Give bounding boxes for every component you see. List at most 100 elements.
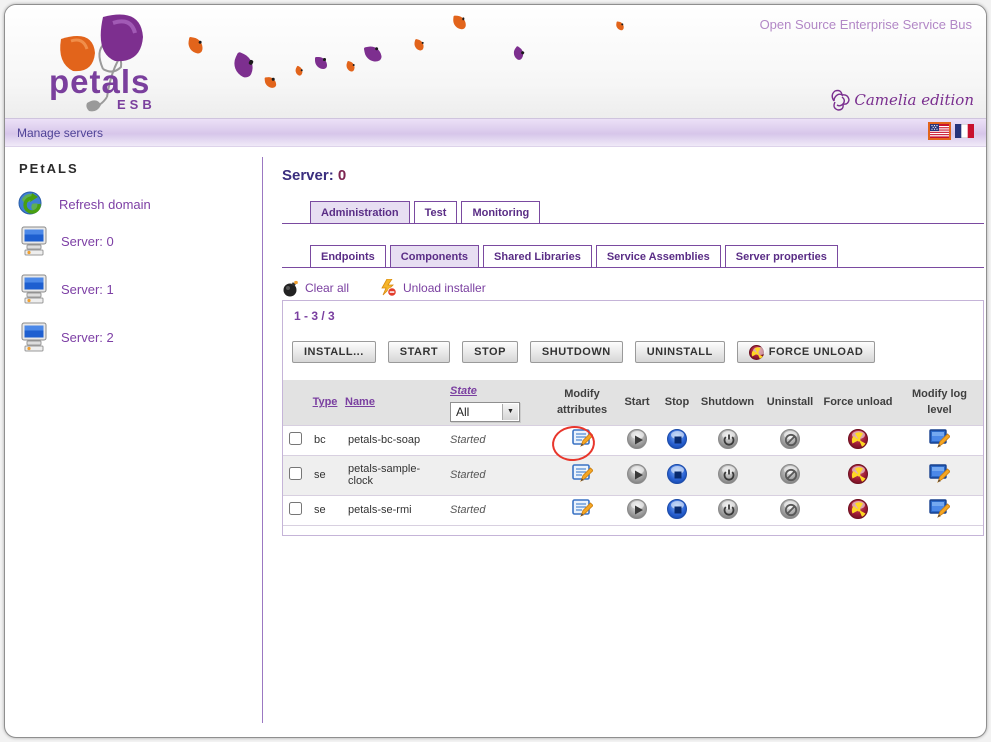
- unload-installer-button[interactable]: Unload installer: [379, 279, 486, 297]
- type-column-header: Type: [308, 380, 342, 425]
- sidebar-item-label: Server: 2: [61, 330, 114, 345]
- power-sphere-icon[interactable]: [718, 464, 738, 484]
- row-checkbox[interactable]: [289, 502, 302, 515]
- clear-all-label: Clear all: [305, 281, 349, 295]
- components-toolbar: Clear all Unload installer: [282, 279, 506, 297]
- start-column-header: Start: [615, 380, 659, 425]
- sidebar-item-server-2[interactable]: Server: 2: [21, 322, 114, 352]
- tab-server-properties[interactable]: Server properties: [725, 245, 838, 267]
- petal-decoration: [265, 77, 277, 89]
- petal-decoration: [511, 46, 526, 61]
- state-sort-link[interactable]: State: [450, 385, 477, 397]
- monitor-pencil-icon[interactable]: [929, 499, 950, 521]
- uninstall-button[interactable]: UNINSTALL: [635, 341, 725, 363]
- stop-sphere-icon[interactable]: [667, 499, 687, 519]
- sidebar-item-label: Server: 1: [61, 282, 114, 297]
- petal-decoration: [413, 39, 425, 51]
- tab-administration[interactable]: Administration: [310, 201, 410, 223]
- sidebar-item-server-0[interactable]: Server: 0: [21, 226, 114, 256]
- component-state: Started: [450, 469, 485, 481]
- menu-bar: Manage servers: [5, 118, 986, 147]
- play-sphere-icon[interactable]: [627, 499, 647, 519]
- monitor-pencil-icon[interactable]: [929, 429, 950, 451]
- name-sort-link[interactable]: Name: [345, 396, 375, 408]
- no-entry-sphere-icon[interactable]: [780, 429, 800, 449]
- lightning-minus-icon: [379, 279, 397, 297]
- install-button[interactable]: INSTALL...: [292, 341, 376, 363]
- row-checkbox[interactable]: [289, 432, 302, 445]
- action-buttons: INSTALL... START STOP SHUTDOWN UNINSTALL…: [292, 341, 875, 363]
- no-entry-sphere-icon[interactable]: [780, 499, 800, 519]
- edition-label: Camelia edition: [854, 91, 974, 109]
- play-sphere-icon[interactable]: [627, 464, 647, 484]
- globe-refresh-icon: [18, 191, 45, 218]
- table-row: se petals-se-rmi Started: [283, 495, 983, 525]
- type-sort-link[interactable]: Type: [313, 396, 338, 408]
- chevron-down-icon: ▼: [502, 404, 518, 420]
- components-panel: 1 - 3 / 3 INSTALL... START STOP SHUTDOWN…: [282, 300, 984, 536]
- form-pencil-icon[interactable]: [572, 499, 593, 521]
- radioactive-sphere-icon[interactable]: [848, 429, 868, 449]
- computer-icon: [21, 226, 47, 256]
- bomb-icon: [282, 280, 299, 297]
- radioactive-sphere-icon[interactable]: [848, 464, 868, 484]
- refresh-domain-button[interactable]: Refresh domain: [18, 191, 151, 218]
- state-column-header: State All ▼: [444, 380, 549, 425]
- power-sphere-icon[interactable]: [718, 499, 738, 519]
- petals-logo: petals ESB: [43, 11, 193, 115]
- primary-tabs: Administration Test Monitoring: [282, 201, 984, 224]
- force-unload-button[interactable]: FORCE UNLOAD: [737, 341, 876, 363]
- petal-decoration: [230, 52, 258, 80]
- shutdown-column-header: Shutdown: [695, 380, 760, 425]
- component-name: petals-sample-clock: [342, 455, 444, 495]
- form-pencil-icon[interactable]: [572, 464, 593, 486]
- tab-endpoints[interactable]: Endpoints: [310, 245, 386, 267]
- no-entry-sphere-icon[interactable]: [780, 464, 800, 484]
- edition-badge: Camelia edition: [826, 87, 974, 113]
- stop-sphere-icon[interactable]: [667, 464, 687, 484]
- row-checkbox[interactable]: [289, 467, 302, 480]
- tab-monitoring[interactable]: Monitoring: [461, 201, 540, 223]
- state-filter-select[interactable]: All ▼: [450, 402, 520, 422]
- tab-service-assemblies[interactable]: Service Assemblies: [596, 245, 721, 267]
- secondary-tabs: Endpoints Components Shared Libraries Se…: [282, 245, 984, 268]
- tab-test[interactable]: Test: [414, 201, 458, 223]
- language-switcher: [930, 124, 974, 138]
- table-header-row: Type Name State All ▼ Modify attributes …: [283, 380, 983, 425]
- petal-decoration: [615, 21, 624, 30]
- play-sphere-icon[interactable]: [627, 429, 647, 449]
- tab-components[interactable]: Components: [390, 245, 479, 267]
- stop-sphere-icon[interactable]: [667, 429, 687, 449]
- refresh-domain-label: Refresh domain: [59, 197, 151, 212]
- tab-shared-libraries[interactable]: Shared Libraries: [483, 245, 592, 267]
- clear-all-button[interactable]: Clear all: [282, 280, 349, 297]
- header-tagline: Open Source Enterprise Service Bus: [760, 17, 972, 32]
- form-pencil-icon[interactable]: [572, 429, 593, 451]
- manage-servers-link[interactable]: Manage servers: [17, 126, 103, 140]
- sidebar-item-server-1[interactable]: Server: 1: [21, 274, 114, 304]
- us-flag-icon[interactable]: [930, 124, 949, 138]
- camelia-flower-icon: [826, 87, 852, 113]
- stop-button[interactable]: STOP: [462, 341, 518, 363]
- radioactive-sphere-icon[interactable]: [848, 499, 868, 519]
- components-table: Type Name State All ▼ Modify attributes …: [283, 380, 983, 526]
- modify-attributes-column-header: Modify attributes: [549, 380, 615, 425]
- page-title: Server: 0: [282, 167, 346, 184]
- uninstall-column-header: Uninstall: [760, 380, 820, 425]
- petal-decoration: [294, 66, 305, 77]
- component-state: Started: [450, 504, 485, 516]
- monitor-pencil-icon[interactable]: [929, 464, 950, 486]
- table-row: se petals-sample-clock Started: [283, 455, 983, 495]
- radioactive-sphere-icon: [749, 345, 764, 360]
- shutdown-button[interactable]: SHUTDOWN: [530, 341, 623, 363]
- power-sphere-icon[interactable]: [718, 429, 738, 449]
- select-column-header: [283, 380, 308, 425]
- component-type: bc: [308, 425, 342, 455]
- start-button[interactable]: START: [388, 341, 450, 363]
- force-unload-column-header: Force unload: [820, 380, 896, 425]
- computer-icon: [21, 322, 47, 352]
- fr-flag-icon[interactable]: [955, 124, 974, 138]
- sidebar-item-label: Server: 0: [61, 234, 114, 249]
- component-state: Started: [450, 434, 485, 446]
- component-type: se: [308, 455, 342, 495]
